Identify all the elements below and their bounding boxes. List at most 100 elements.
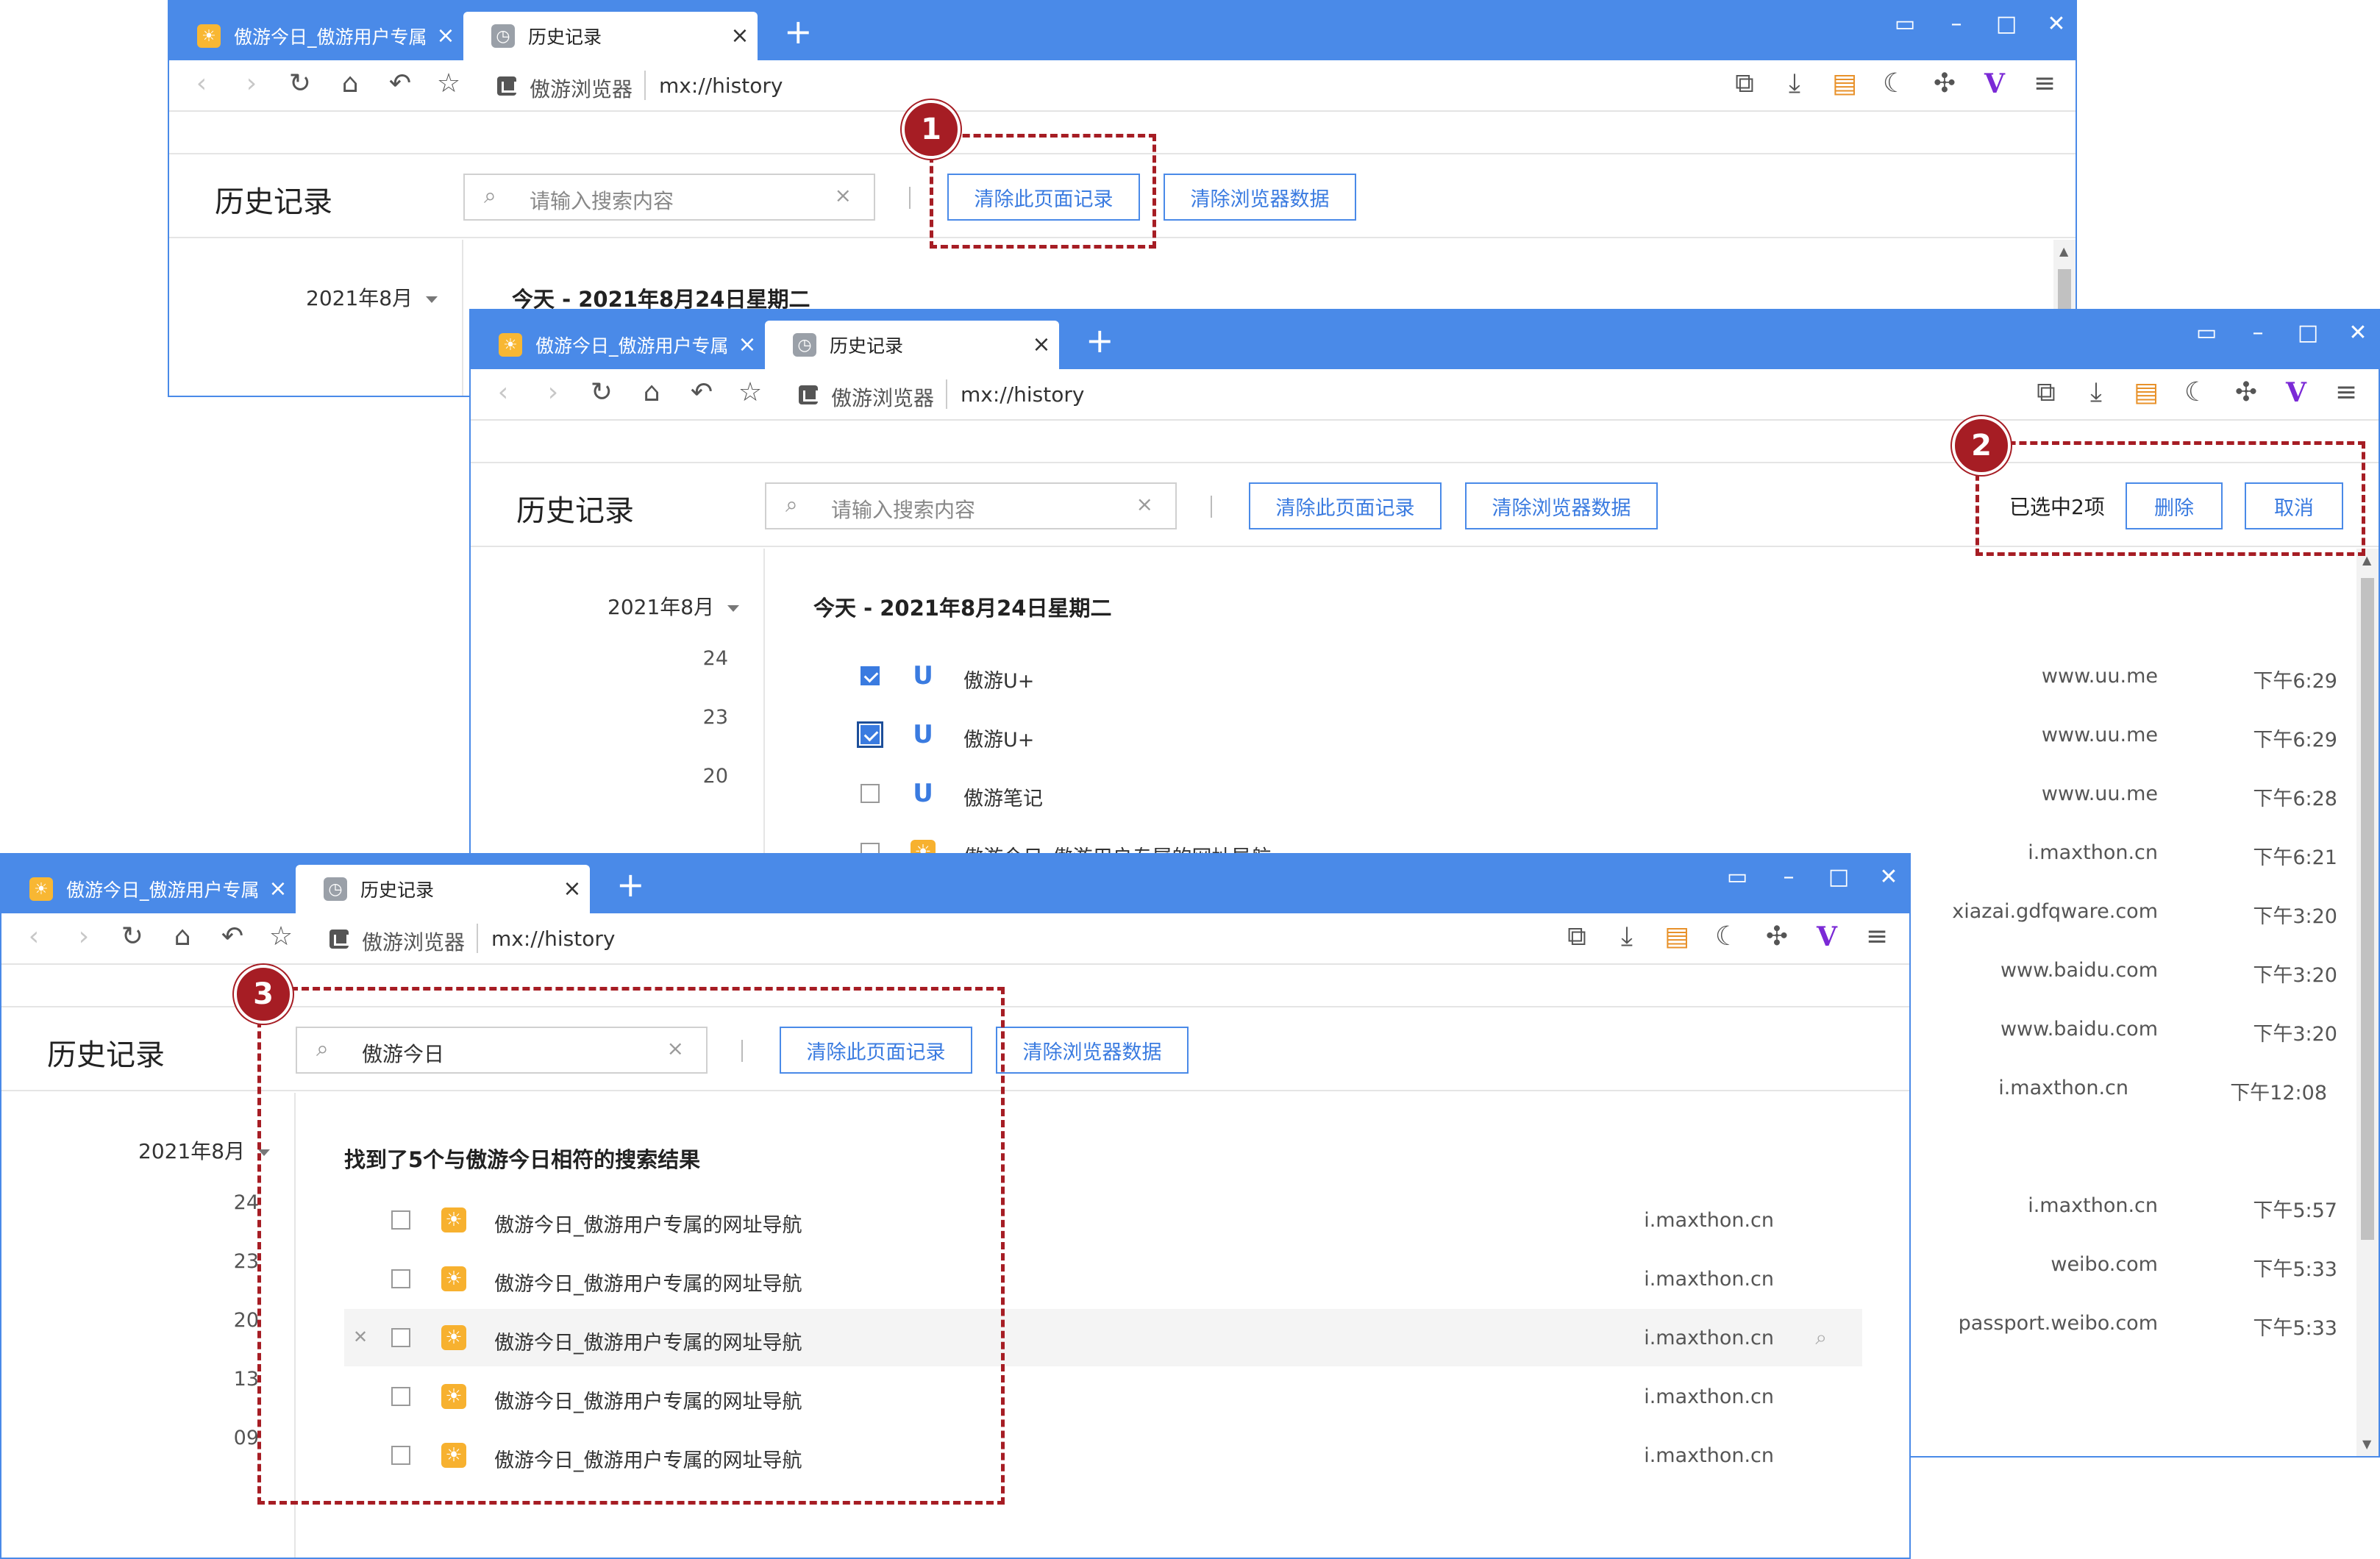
- star-icon[interactable]: ☆: [734, 379, 766, 406]
- extensions-icon[interactable]: ✣: [2230, 379, 2262, 406]
- undo-icon[interactable]: ↶: [216, 924, 249, 950]
- scroll-up-icon[interactable]: ▲: [2362, 554, 2371, 566]
- menu-icon[interactable]: ≡: [2330, 379, 2362, 406]
- download-icon[interactable]: ⤓: [2080, 379, 2112, 406]
- new-tab-button[interactable]: +: [784, 15, 813, 49]
- maximize-icon[interactable]: □: [1992, 13, 2021, 35]
- url-text[interactable]: mx://history: [491, 927, 615, 951]
- layout-icon[interactable]: ▭: [1722, 866, 1752, 888]
- day-link[interactable]: 24: [234, 1191, 259, 1214]
- scrollbar[interactable]: ▲ ▼: [2356, 549, 2379, 1456]
- home-icon[interactable]: ⌂: [635, 379, 668, 406]
- star-icon[interactable]: ☆: [265, 924, 297, 950]
- month-selector[interactable]: 2021年8月: [138, 1135, 271, 1165]
- reload-icon[interactable]: ↻: [116, 924, 149, 950]
- history-row[interactable]: U 傲游U+ www.uu.me 下午6:29: [766, 706, 2379, 763]
- row-title[interactable]: 傲游U+: [963, 724, 1034, 752]
- reload-icon[interactable]: ↻: [585, 379, 618, 406]
- row-title[interactable]: 傲游笔记: [963, 782, 1043, 811]
- close-window-icon[interactable]: ✕: [1874, 866, 1903, 888]
- scroll-thumb[interactable]: [2361, 578, 2374, 1240]
- star-icon[interactable]: ☆: [432, 71, 465, 97]
- layout-icon[interactable]: ▭: [2192, 322, 2221, 344]
- menu-icon[interactable]: ≡: [1861, 924, 1893, 950]
- row-title[interactable]: 傲游U+: [963, 665, 1034, 693]
- tab-history[interactable]: ◷ 历史记录 ×: [296, 865, 590, 913]
- close-tab-icon[interactable]: ×: [428, 25, 463, 47]
- night-mode-icon[interactable]: ☾: [1878, 71, 1911, 97]
- close-tab-icon[interactable]: ×: [1024, 334, 1059, 356]
- history-row[interactable]: U 傲游U+ www.uu.me 下午6:29: [766, 647, 2379, 704]
- row-checkbox[interactable]: [861, 784, 880, 803]
- row-checkbox[interactable]: [861, 666, 880, 685]
- extensions-icon[interactable]: ✣: [1928, 71, 1961, 97]
- minimize-icon[interactable]: –: [2243, 322, 2273, 344]
- minimize-icon[interactable]: –: [1774, 866, 1803, 888]
- tab-history[interactable]: ◷ 历史记录 ×: [463, 12, 758, 60]
- scroll-up-icon[interactable]: ▲: [2059, 246, 2068, 257]
- reload-icon[interactable]: ↻: [284, 71, 316, 97]
- night-mode-icon[interactable]: ☾: [1711, 924, 1743, 950]
- search-input[interactable]: ⌕ 请输入搜索内容 ×: [765, 482, 1177, 529]
- screenshot-icon[interactable]: ⧉: [1561, 924, 1593, 950]
- screenshot-icon[interactable]: ⧉: [1728, 71, 1761, 97]
- download-icon[interactable]: ⤓: [1611, 924, 1643, 950]
- forward-icon[interactable]: ›: [235, 71, 268, 97]
- clear-page-records-button[interactable]: 清除此页面记录: [1249, 482, 1442, 529]
- download-icon[interactable]: ⤓: [1778, 71, 1811, 97]
- minimize-icon[interactable]: –: [1942, 13, 1971, 35]
- vip-icon[interactable]: V: [1978, 71, 2011, 97]
- day-link[interactable]: 24: [703, 647, 728, 670]
- back-icon[interactable]: ‹: [18, 924, 50, 950]
- close-tab-icon[interactable]: ×: [555, 878, 590, 900]
- history-row[interactable]: U 傲游笔记 www.uu.me 下午6:28: [766, 765, 2379, 822]
- undo-icon[interactable]: ↶: [685, 379, 718, 406]
- new-tab-button[interactable]: +: [1086, 324, 1114, 357]
- new-tab-button[interactable]: +: [616, 868, 645, 902]
- vip-icon[interactable]: V: [2280, 379, 2312, 406]
- back-icon[interactable]: ‹: [185, 71, 218, 97]
- screenshot-icon[interactable]: ⧉: [2030, 379, 2062, 406]
- layout-icon[interactable]: ▭: [1890, 13, 1920, 35]
- day-link[interactable]: 23: [703, 706, 728, 729]
- close-window-icon[interactable]: ✕: [2343, 322, 2373, 344]
- scroll-down-icon[interactable]: ▼: [2362, 1438, 2371, 1450]
- month-selector[interactable]: 2021年8月: [306, 282, 438, 312]
- close-tab-icon[interactable]: ×: [722, 25, 758, 47]
- tab-maxthon-today[interactable]: ☀ 傲游今日_傲游用户专属 ×: [1, 865, 296, 913]
- back-icon[interactable]: ‹: [487, 379, 519, 406]
- day-link[interactable]: 13: [234, 1368, 259, 1391]
- day-link[interactable]: 20: [234, 1309, 259, 1332]
- home-icon[interactable]: ⌂: [166, 924, 199, 950]
- notes-icon[interactable]: ▤: [2130, 379, 2162, 406]
- row-checkbox[interactable]: [857, 721, 883, 748]
- clear-browser-data-button[interactable]: 清除浏览器数据: [1465, 482, 1658, 529]
- clear-browser-data-button[interactable]: 清除浏览器数据: [996, 1027, 1189, 1074]
- clear-browser-data-button[interactable]: 清除浏览器数据: [1164, 174, 1356, 221]
- day-link[interactable]: 23: [234, 1250, 259, 1273]
- forward-icon[interactable]: ›: [537, 379, 569, 406]
- day-link[interactable]: 09: [234, 1427, 259, 1449]
- month-selector[interactable]: 2021年8月: [608, 591, 740, 621]
- tab-history[interactable]: ◷ 历史记录 ×: [765, 321, 1059, 369]
- notes-icon[interactable]: ▤: [1661, 924, 1693, 950]
- day-link[interactable]: 20: [703, 765, 728, 788]
- vip-icon[interactable]: V: [1811, 924, 1843, 950]
- maximize-icon[interactable]: □: [2293, 322, 2323, 344]
- url-text[interactable]: mx://history: [659, 74, 783, 98]
- home-icon[interactable]: ⌂: [334, 71, 366, 97]
- url-text[interactable]: mx://history: [961, 382, 1084, 407]
- night-mode-icon[interactable]: ☾: [2180, 379, 2212, 406]
- notes-icon[interactable]: ▤: [1828, 71, 1861, 97]
- tab-maxthon-today[interactable]: ☀ 傲游今日_傲游用户专属 ×: [169, 12, 463, 60]
- clear-search-icon[interactable]: ×: [1136, 494, 1153, 515]
- clear-search-icon[interactable]: ×: [835, 185, 852, 206]
- search-input[interactable]: ⌕ 请输入搜索内容 ×: [463, 174, 875, 221]
- extensions-icon[interactable]: ✣: [1761, 924, 1793, 950]
- close-window-icon[interactable]: ✕: [2042, 13, 2071, 35]
- forward-icon[interactable]: ›: [68, 924, 100, 950]
- tab-maxthon-today[interactable]: ☀ 傲游今日_傲游用户专属 ×: [471, 321, 765, 369]
- search-icon[interactable]: ⌕: [1815, 1325, 1827, 1350]
- undo-icon[interactable]: ↶: [384, 71, 416, 97]
- close-tab-icon[interactable]: ×: [730, 334, 765, 356]
